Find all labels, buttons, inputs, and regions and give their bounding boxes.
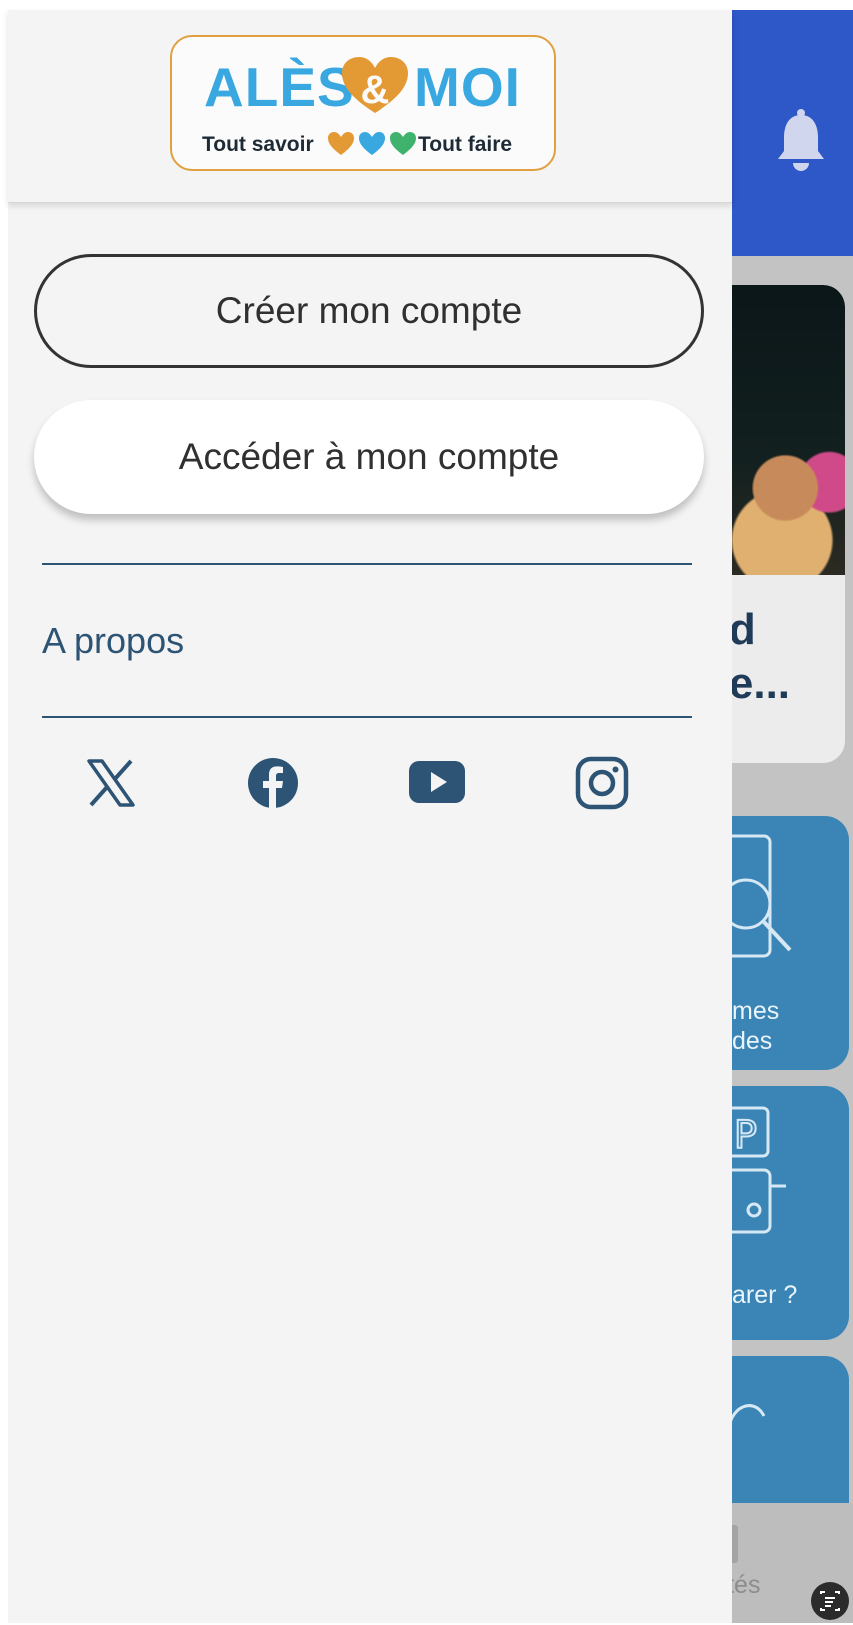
svg-text:&: & (361, 68, 390, 112)
logo-heart-ampersand: & (342, 57, 408, 113)
navigation-drawer: ALÈS & MOI Tout savoir Tout faire Créer … (8, 10, 732, 1623)
parking-car-icon: P (724, 1106, 786, 1234)
logo-hearts-icon (328, 132, 416, 155)
divider (42, 716, 692, 718)
logo-word-moi: MOI (414, 56, 521, 118)
tile-label: mes des (732, 997, 780, 1055)
divider (42, 563, 692, 565)
screen-scan-icon (820, 1591, 840, 1611)
youtube-icon[interactable] (409, 755, 465, 811)
instagram-icon[interactable] (574, 755, 630, 811)
logo-word-ales: ALÈS (204, 56, 355, 118)
search-document-icon (724, 834, 792, 958)
facebook-icon[interactable] (245, 755, 301, 811)
scan-button[interactable] (811, 1582, 849, 1620)
drawer-header: ALÈS & MOI Tout savoir Tout faire (8, 10, 732, 203)
logo-tagline-right: Tout faire (418, 133, 513, 156)
about-link[interactable]: A propos (42, 620, 184, 662)
logo-tagline-left: Tout savoir (202, 133, 314, 156)
svg-text:P: P (734, 1113, 757, 1157)
create-account-button[interactable]: Créer mon compte (34, 254, 704, 368)
tile-label: arer ? (732, 1281, 798, 1309)
partial-icon (726, 1404, 766, 1437)
app-logo[interactable]: ALÈS & MOI Tout savoir Tout faire (170, 35, 556, 171)
access-account-button[interactable]: Accéder à mon compte (34, 400, 704, 514)
bell-icon[interactable] (776, 107, 826, 171)
x-icon[interactable] (83, 755, 139, 811)
